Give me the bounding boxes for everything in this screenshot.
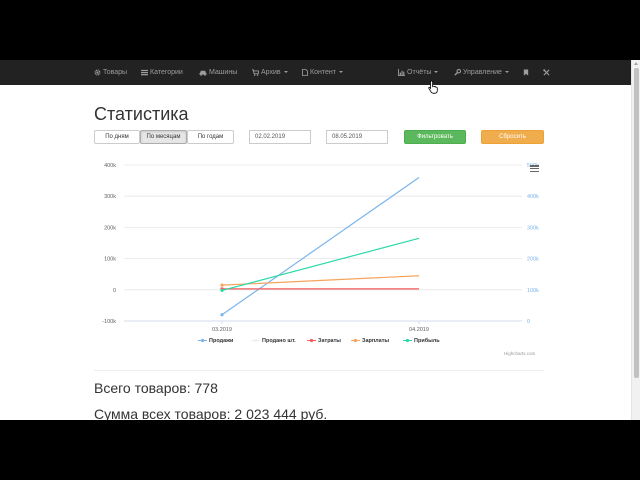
reset-button[interactable]: Сбросить	[481, 130, 544, 144]
car-icon	[199, 70, 207, 76]
bar-chart-icon	[398, 68, 405, 76]
wrench-icon	[454, 68, 462, 76]
chevron-down-icon	[283, 71, 288, 74]
series-point	[220, 283, 224, 287]
legend-label: Прибыль	[414, 338, 440, 344]
chevron-down-icon	[434, 71, 439, 74]
chart-svg: 400k300k200k100k0-100k500k400k300k200k10…	[102, 163, 539, 333]
period-year-button[interactable]: По годам	[187, 130, 234, 144]
legend-marker-icon	[351, 338, 360, 343]
date-from-input[interactable]: 02.02.2019	[249, 130, 311, 144]
nav-item-categories[interactable]: Категории	[141, 60, 183, 85]
legend-marker-icon	[307, 338, 316, 343]
legend-label: Затраты	[318, 338, 342, 344]
total-products-text: Всего товаров: 778	[94, 380, 218, 396]
nav-label: Контент	[310, 69, 336, 76]
page-scrollbar[interactable]	[631, 60, 640, 420]
nav-label: Категории	[150, 69, 183, 76]
legend-marker-icon	[403, 338, 412, 343]
series-point	[220, 313, 224, 317]
gear-icon	[94, 69, 101, 76]
legend-item[interactable]: Зарплаты	[351, 338, 389, 348]
chevron-down-icon	[338, 71, 343, 74]
mouse-cursor-icon	[428, 80, 438, 94]
period-month-button[interactable]: По месяцам	[140, 130, 187, 144]
browser-viewport: Товары Категории Машины Архив Контент От…	[0, 60, 640, 420]
legend-marker-icon	[251, 338, 260, 343]
right-axis-tick-label: 300k	[527, 225, 539, 231]
scrollbar-thumb[interactable]	[634, 68, 639, 378]
scroll-up-arrow-icon[interactable]	[634, 62, 638, 65]
legend-item[interactable]: Затраты	[307, 338, 341, 348]
nav-label: Отчёты	[407, 69, 432, 76]
legend-label: Зарплаты	[362, 338, 390, 344]
right-axis-tick-label: 100k	[527, 288, 539, 294]
legend-marker-icon	[198, 338, 207, 343]
series-line	[221, 275, 420, 286]
nav-item-cars[interactable]: Машины	[199, 60, 237, 85]
nav-label: Машины	[209, 69, 238, 76]
file-icon	[302, 68, 308, 76]
x-axis-tick-label: 03.2019	[212, 327, 232, 333]
legend-label: Продано шт.	[262, 338, 296, 344]
right-axis-tick-label: 200k	[527, 257, 539, 263]
nav-label: Товары	[103, 69, 128, 76]
right-axis-tick-label: 0	[527, 319, 530, 325]
total-sum-text: Сумма всех товаров: 2 023 444 руб.	[94, 406, 328, 420]
filter-button[interactable]: Фильтровать	[404, 130, 466, 144]
divider	[94, 370, 544, 371]
chevron-down-icon	[504, 71, 509, 74]
legend-item[interactable]: Продано шт.	[251, 338, 296, 348]
date-to-input[interactable]: 08.05.2019	[326, 130, 388, 144]
left-axis-tick-label: 200k	[104, 225, 116, 231]
nav-item-tools[interactable]	[543, 60, 552, 85]
period-day-button[interactable]: По дням	[94, 130, 140, 144]
nav-label: Управление	[463, 69, 502, 76]
bookmark-icon	[523, 69, 529, 76]
cart-icon	[252, 69, 260, 76]
statistics-chart: 400k300k200k100k0-100k500k400k300k200k10…	[94, 157, 544, 369]
nav-item-content[interactable]: Контент	[302, 60, 343, 85]
left-axis-tick-label: 300k	[104, 194, 116, 200]
list-icon	[141, 69, 148, 75]
nav-item-management[interactable]: Управление	[454, 60, 509, 85]
left-axis-tick-label: 400k	[104, 163, 116, 169]
chart-credits[interactable]: Highcharts.com	[504, 351, 535, 356]
nav-item-products[interactable]: Товары	[94, 60, 127, 85]
left-axis-tick-label: -100k	[102, 319, 116, 325]
tools-icon	[543, 68, 550, 76]
nav-item-bookmarks[interactable]	[523, 60, 531, 85]
chart-menu-icon[interactable]	[530, 165, 539, 173]
right-axis-tick-label: 400k	[527, 194, 539, 200]
x-axis-tick-label: 04.2019	[409, 327, 429, 333]
left-axis-tick-label: 0	[113, 288, 116, 294]
nav-label: Архив	[261, 69, 281, 76]
left-axis-tick-label: 100k	[104, 257, 116, 263]
page-title: Статистика	[94, 104, 189, 124]
series-point	[220, 288, 224, 293]
legend-label: Продажи	[209, 338, 234, 344]
legend-item[interactable]: Прибыль	[403, 338, 440, 348]
legend-item[interactable]: Продажи	[198, 338, 233, 348]
nav-item-archive[interactable]: Архив	[252, 60, 288, 85]
navbar: Товары Категории Машины Архив Контент От…	[0, 60, 631, 94]
